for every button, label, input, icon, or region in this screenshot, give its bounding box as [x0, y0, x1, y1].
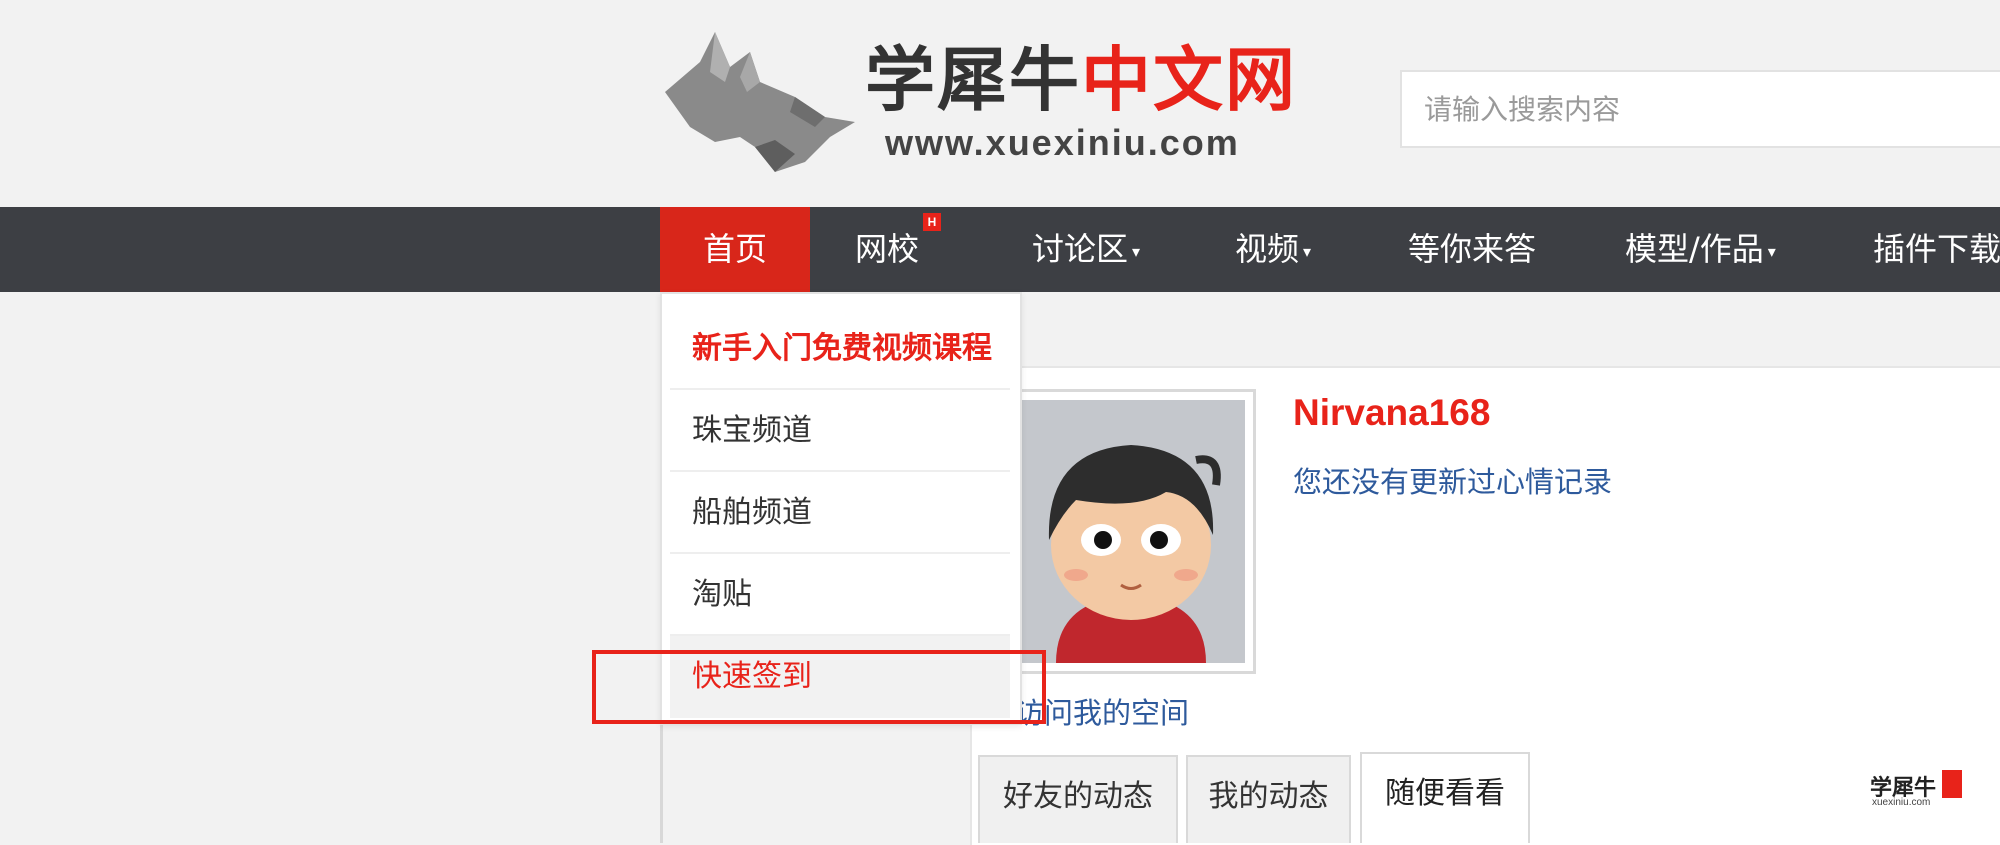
nav-item-school[interactable]: 网校 H — [855, 207, 941, 292]
nav-item-home[interactable]: 首页 — [660, 207, 810, 292]
tab-browse-random[interactable]: 随便看看 — [1360, 752, 1530, 843]
dropdown-item-label: 珠宝频道 — [692, 413, 812, 448]
mood-status[interactable]: 您还没有更新过心情记录 — [1293, 459, 1612, 501]
dropdown-item-jewelry[interactable]: 珠宝频道 — [670, 390, 1010, 472]
chevron-down-icon: ▾ — [1132, 241, 1141, 261]
nav-item-label: 讨论区 — [1032, 230, 1129, 268]
nav-item-label: 首页 — [702, 230, 767, 268]
dropdown-item-collections[interactable]: 淘贴 — [670, 554, 1010, 636]
nav-item-video[interactable]: 视频 ▾ — [1235, 207, 1311, 292]
watermark-logo: 学犀牛 xuexiniu.com — [1870, 770, 1966, 810]
nav-item-label: 插件下载 — [1873, 230, 2000, 268]
username[interactable]: Nirvana168 — [1293, 392, 1490, 434]
logo-title-red: 中文网 — [1081, 39, 1297, 121]
dropdown-item-label: 新手入门免费视频课程 — [692, 331, 992, 366]
annotation-highlight-box — [592, 650, 1046, 724]
avatar[interactable] — [1005, 389, 1256, 674]
nav-item-plugins[interactable]: 插件下载 — [1873, 207, 2000, 292]
logo-title: 学犀牛中文网 — [865, 40, 1297, 120]
cartoon-boy-avatar-icon — [1016, 400, 1245, 663]
nav-item-label: 视频 — [1235, 230, 1300, 268]
dropdown-item-ships[interactable]: 船舶频道 — [670, 472, 1010, 554]
search-input[interactable] — [1402, 72, 2000, 146]
rhino-logo-icon — [665, 32, 855, 172]
main-nav: 首页 网校 H 讨论区 ▾ 视频 ▾ 等你来答 模型/作品 ▾ 插件下载 — [0, 207, 2000, 292]
nav-item-label: 等你来答 — [1408, 230, 1537, 268]
dropdown-item-beginner-course[interactable]: 新手入门免费视频课程 — [670, 308, 1010, 390]
tab-label: 随便看看 — [1385, 776, 1505, 811]
nav-item-qa[interactable]: 等你来答 — [1408, 207, 1536, 292]
search-box — [1400, 70, 2000, 148]
tab-label: 好友的动态 — [1003, 779, 1153, 814]
dropdown-item-label: 淘贴 — [692, 577, 752, 612]
nav-item-models[interactable]: 模型/作品 ▾ — [1625, 207, 1776, 292]
chevron-down-icon: ▾ — [1303, 241, 1312, 261]
tab-my-activity[interactable]: 我的动态 — [1186, 755, 1351, 843]
watermark-badge — [1942, 770, 1962, 798]
tab-label: 我的动态 — [1208, 779, 1329, 814]
hot-badge: H — [923, 213, 941, 231]
logo-title-dark: 学犀牛 — [865, 39, 1081, 121]
tab-friends-activity[interactable]: 好友的动态 — [978, 755, 1178, 843]
nav-item-label: 模型/作品 — [1625, 230, 1764, 268]
dropdown-item-label: 船舶频道 — [692, 495, 812, 530]
chevron-down-icon: ▾ — [1767, 241, 1776, 261]
nav-item-label: 网校 — [855, 230, 920, 268]
logo-url: www.xuexiniu.com — [885, 122, 1240, 163]
avatar-image — [1016, 400, 1245, 663]
watermark-url: xuexiniu.com — [1872, 797, 1931, 808]
nav-item-forum[interactable]: 讨论区 ▾ — [1032, 207, 1140, 292]
site-logo[interactable]: 学犀牛中文网 www.xuexiniu.com — [655, 22, 1295, 182]
